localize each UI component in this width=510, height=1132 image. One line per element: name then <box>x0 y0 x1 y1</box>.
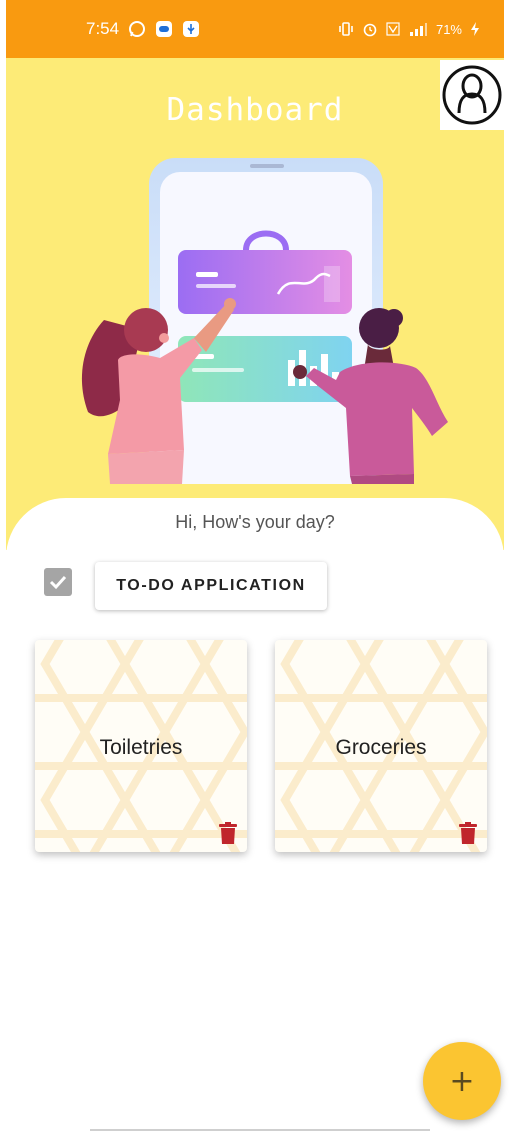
gesture-nav-bar[interactable] <box>90 1129 430 1131</box>
todo-application-button[interactable]: TO-DO APPLICATION <box>95 562 327 610</box>
discord-icon <box>155 20 173 38</box>
signal-4g-icon <box>408 21 428 37</box>
todo-checkbox[interactable] <box>44 568 72 596</box>
profile-button[interactable] <box>440 60 504 130</box>
status-bar: 7:54 71% <box>6 0 504 58</box>
delete-icon[interactable] <box>219 822 237 844</box>
dashboard-header: Dashboard <box>6 58 504 550</box>
status-right: 71% <box>338 21 480 37</box>
whatsapp-icon <box>128 20 146 38</box>
card-label: Groceries <box>335 736 427 759</box>
volte-icon <box>386 21 400 37</box>
add-list-button[interactable]: + <box>423 1042 501 1120</box>
list-card-groceries[interactable]: Groceries <box>275 640 487 852</box>
team-dashboard-illustration <box>81 158 448 484</box>
battery-charging-icon <box>470 21 480 37</box>
usb-icon <box>182 20 200 38</box>
delete-icon[interactable] <box>459 822 477 844</box>
status-time: 7:54 <box>86 19 120 38</box>
alarm-icon <box>362 21 378 37</box>
status-left: 7:54 <box>86 19 200 39</box>
vibrate-icon <box>338 21 354 37</box>
list-card-toiletries[interactable]: Toiletries <box>35 640 247 852</box>
greeting-text: Hi, How's your day? <box>175 512 335 532</box>
profile-avatar-icon <box>442 65 502 125</box>
card-label: Toiletries <box>99 736 183 759</box>
checkmark-icon <box>49 575 67 590</box>
plus-icon: + <box>449 1063 475 1099</box>
page-title: Dashboard <box>166 92 344 128</box>
battery-percent: 71% <box>435 21 462 37</box>
